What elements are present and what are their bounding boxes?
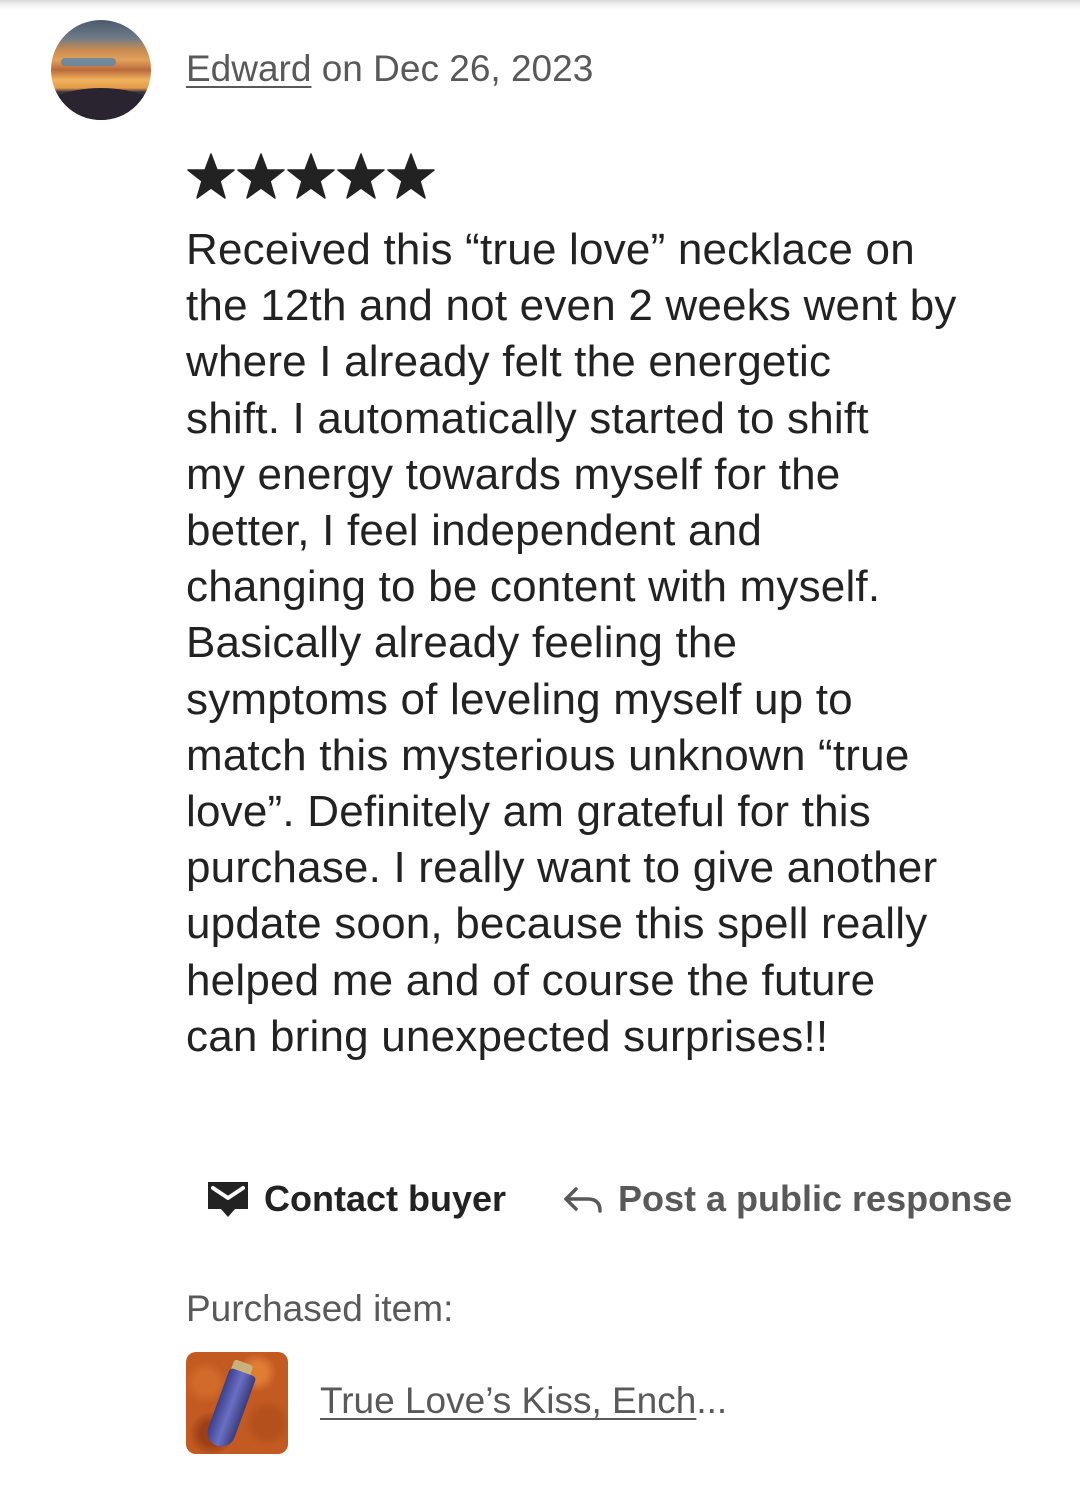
avatar-cloud: [61, 58, 116, 66]
purchased-item-thumbnail[interactable]: [186, 1352, 288, 1454]
avatar[interactable]: [51, 20, 151, 120]
avatar-hill: [51, 88, 151, 120]
reviewer-name-link[interactable]: Edward: [186, 48, 311, 89]
review-text-line: where I already felt the energetic: [186, 337, 832, 387]
purchased-item-label: Purchased item:: [186, 1288, 454, 1329]
review-text-line: shift. I automatically started to shift: [186, 393, 869, 443]
star-icon: [386, 145, 436, 205]
envelope-icon: [206, 1179, 250, 1219]
star-rating: [186, 145, 436, 205]
contact-buyer-button[interactable]: Contact buyer: [206, 1176, 506, 1222]
star-icon: [336, 145, 386, 205]
top-divider: [0, 0, 1080, 10]
review-text-line: can bring unexpected surprises!!: [186, 1011, 829, 1061]
star-icon: [236, 145, 286, 205]
review-text-line: update soon, because this spell really: [186, 899, 928, 949]
purchased-item-link[interactable]: True Love’s Kiss, Ench...: [320, 1378, 727, 1424]
pendant-crystal: [203, 1367, 257, 1451]
post-public-response-button[interactable]: Post a public response: [562, 1176, 1012, 1222]
purchased-item-ellipsis: ...: [696, 1380, 728, 1421]
post-public-response-label: Post a public response: [618, 1178, 1013, 1219]
review-text-line: the 12th and not even 2 weeks went by: [186, 281, 957, 331]
review-text-line: match this mysterious unknown “true: [186, 730, 910, 780]
review-text-line: helped me and of course the future: [186, 955, 876, 1005]
review-meta: Edward on Dec 26, 2023: [186, 46, 593, 92]
purchased-item-title: True Love’s Kiss, Ench: [320, 1380, 697, 1421]
review-text-line: purchase. I really want to give another: [186, 843, 938, 893]
contact-buyer-label: Contact buyer: [264, 1178, 507, 1219]
star-icon: [286, 145, 336, 205]
review-text: Received this “true love” necklace on the…: [186, 222, 1056, 1065]
review-text-line: love”. Definitely am grateful for this: [186, 787, 871, 837]
review-text-line: Basically already feeling the: [186, 618, 738, 668]
review-text-line: Received this “true love” necklace on: [186, 225, 915, 274]
review-date: on Dec 26, 2023: [311, 48, 594, 89]
reply-arrow-icon: [562, 1181, 604, 1217]
review-text-line: symptoms of leveling myself up to: [186, 674, 853, 724]
star-icon: [186, 145, 236, 205]
review-text-line: changing to be content with myself.: [186, 562, 881, 612]
review-text-line: my energy towards myself for the: [186, 449, 841, 499]
review-text-line: better, I feel independent and: [186, 506, 763, 556]
